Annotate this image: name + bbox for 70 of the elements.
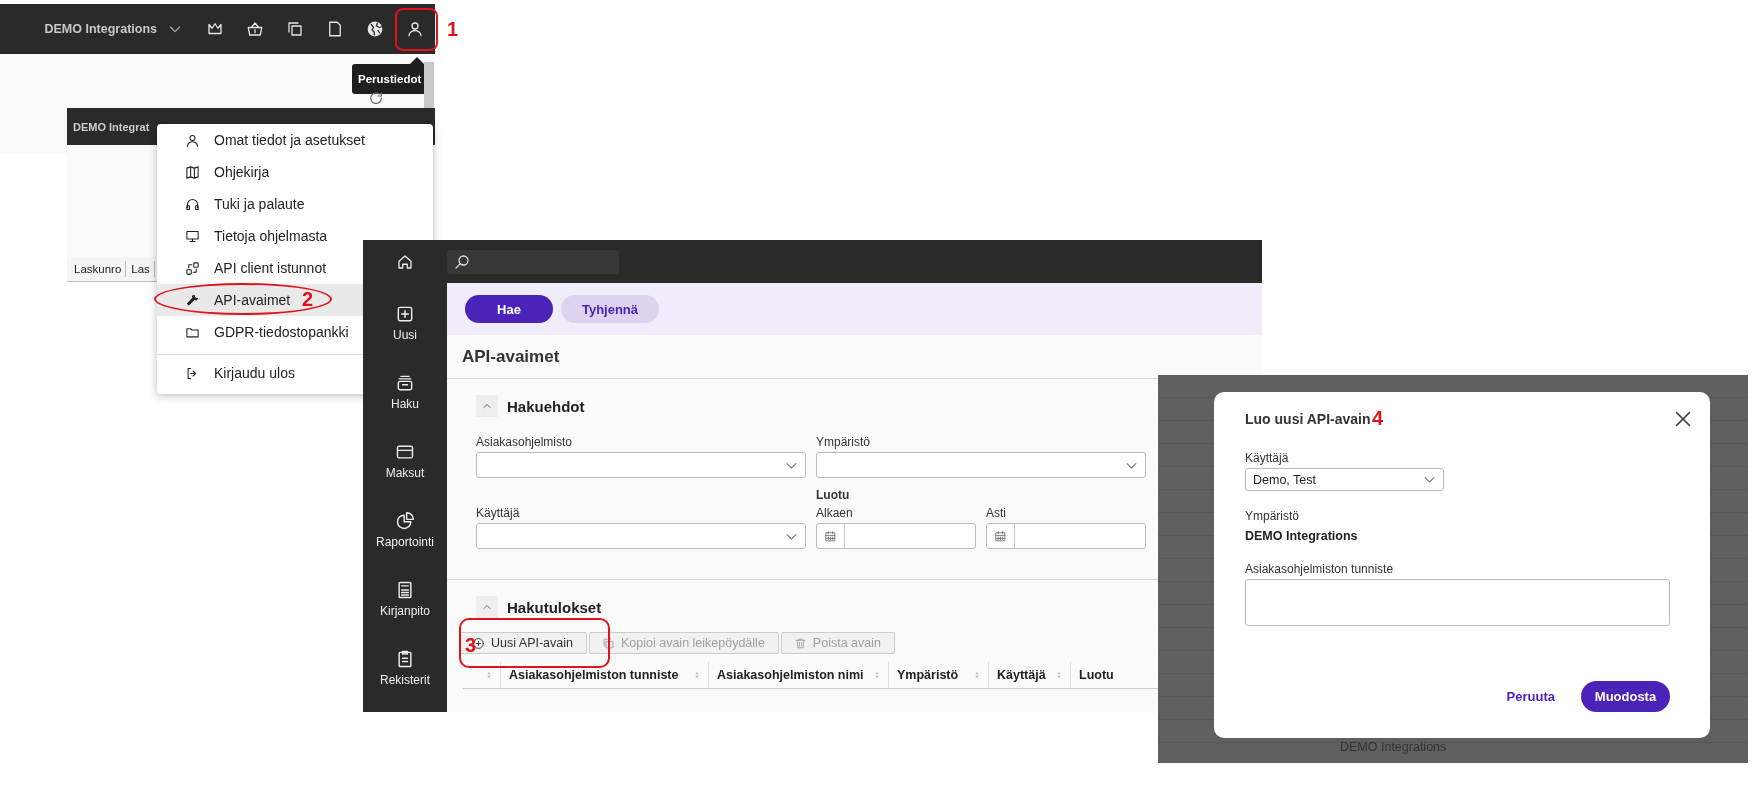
column-header[interactable]: Käyttäjä bbox=[989, 662, 1071, 688]
field-label: Ympäristö bbox=[816, 435, 872, 449]
field-label: Alkaen bbox=[816, 506, 854, 520]
sidebar-item[interactable]: Kirjanpito bbox=[363, 564, 447, 633]
create-button[interactable]: Muodosta bbox=[1581, 681, 1670, 712]
sidebar-item[interactable]: Maksut bbox=[363, 426, 447, 495]
wrench-icon bbox=[185, 292, 200, 308]
step-number: 4 bbox=[1372, 407, 1384, 429]
select-field[interactable] bbox=[816, 452, 1146, 478]
highlight-frame bbox=[395, 8, 438, 51]
workspace-name: DEMO Integrat bbox=[73, 120, 150, 133]
step-number: 2 bbox=[302, 288, 314, 310]
step-number: 3 bbox=[465, 634, 477, 656]
field-value: DEMO Integrations bbox=[1245, 529, 1358, 543]
user-icon bbox=[185, 132, 200, 148]
field-label: Ympäristö bbox=[1245, 509, 1301, 523]
section-title: Hakutulokset bbox=[507, 598, 602, 616]
clipboard-icon bbox=[395, 648, 415, 669]
menu-item[interactable]: Ohjekirja bbox=[157, 156, 433, 188]
globe-icon bbox=[366, 20, 384, 38]
column-header[interactable]: Asiakasohjelmiston tunniste bbox=[501, 662, 709, 688]
section-title: Hakuehdot bbox=[507, 397, 585, 415]
workspace-dropdown[interactable]: DEMO Integrations bbox=[44, 11, 183, 47]
field-label: Asiakasohjelmisto bbox=[476, 435, 574, 449]
column-header[interactable]: Asiakasohjelmiston nimi bbox=[709, 662, 889, 688]
refresh-icon bbox=[368, 90, 384, 106]
copy-icon bbox=[602, 636, 615, 650]
column-header: Laskunro bbox=[69, 261, 127, 277]
field-label: Asti bbox=[986, 506, 1007, 520]
cancel-button[interactable]: Peruuta bbox=[1506, 689, 1555, 704]
select-field[interactable]: Demo, Test bbox=[1245, 468, 1444, 491]
copy-icon bbox=[286, 20, 304, 38]
menu-item[interactable]: API client istunnot bbox=[157, 252, 363, 284]
calendar-icon bbox=[824, 529, 837, 543]
step-number: 1 bbox=[447, 18, 459, 40]
menu-item[interactable]: Omat tiedot ja asetukset bbox=[157, 124, 433, 156]
menu-item[interactable]: GDPR-tiedostopankki bbox=[157, 316, 363, 348]
headset-icon bbox=[185, 196, 200, 212]
clear-button[interactable]: Tyhjennä bbox=[561, 295, 659, 323]
search-button[interactable]: Hae bbox=[465, 295, 553, 323]
search-field[interactable] bbox=[447, 249, 619, 274]
nodes-icon bbox=[185, 260, 200, 276]
monitor-icon bbox=[185, 228, 200, 244]
menu-item[interactable]: Tietoja ohjelmasta bbox=[157, 220, 433, 252]
date-field[interactable] bbox=[986, 523, 1146, 549]
column-header[interactable]: Ympäristö bbox=[889, 662, 989, 688]
menu-item[interactable]: Kirjaudu ulos bbox=[157, 357, 363, 389]
document-icon bbox=[326, 20, 344, 38]
basket-icon bbox=[246, 20, 264, 38]
field-label: Luotu bbox=[816, 488, 851, 502]
dialog-title: Luo uusi API-avain bbox=[1245, 411, 1371, 427]
field-label: Käyttäjä bbox=[476, 506, 521, 520]
sidebar-item[interactable]: Uusi bbox=[363, 288, 447, 357]
pie-chart-icon bbox=[395, 510, 415, 531]
date-field[interactable] bbox=[816, 523, 976, 549]
sidebar-item[interactable]: Rekisterit bbox=[363, 633, 447, 702]
select-field[interactable] bbox=[476, 523, 806, 549]
trash-icon bbox=[793, 636, 807, 650]
search-icon bbox=[453, 252, 471, 271]
calendar-icon bbox=[994, 529, 1007, 543]
sidebar-item[interactable]: Raportointi bbox=[363, 495, 447, 564]
user-icon bbox=[406, 20, 424, 38]
select-field[interactable] bbox=[476, 452, 806, 478]
sidebar-item[interactable]: Haku bbox=[363, 357, 447, 426]
menu-item[interactable]: Tuki ja palaute bbox=[157, 188, 433, 220]
field-label: Asiakasohjelmiston tunniste bbox=[1245, 562, 1395, 576]
field-label: Käyttäjä bbox=[1245, 451, 1290, 465]
column-header: Las bbox=[126, 261, 155, 277]
calculator-icon bbox=[395, 579, 415, 600]
book-icon bbox=[185, 164, 200, 180]
